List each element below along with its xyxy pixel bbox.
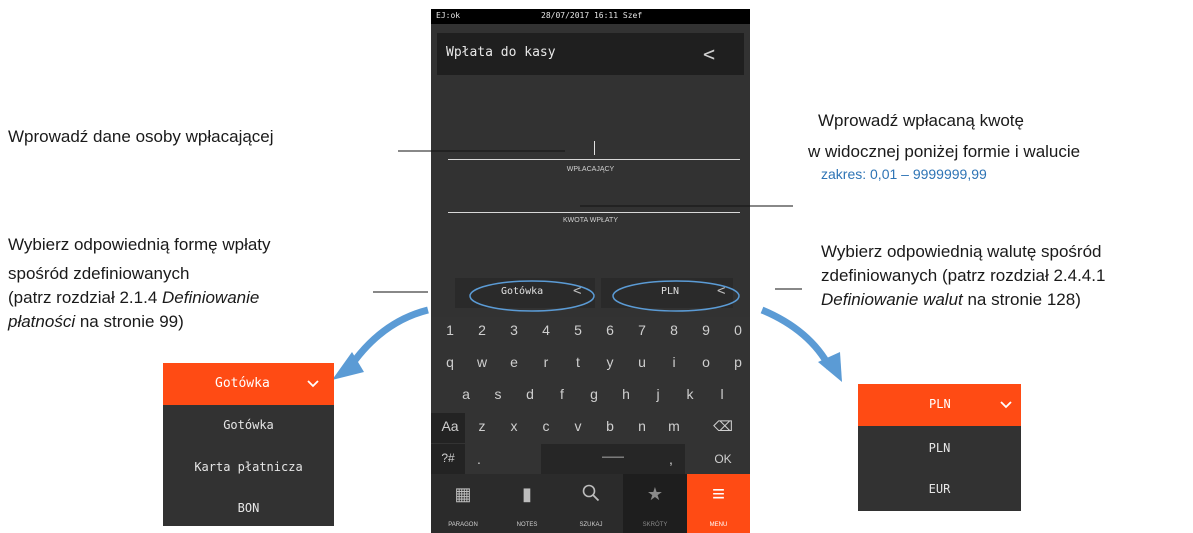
dropdown-form-selected-label: Gotówka [215,376,270,391]
dropdown-form-option-1[interactable]: Gotówka [163,418,334,432]
dropdown-form-option-2[interactable]: Karta płatnicza [163,460,334,474]
highlight-ellipse-form [469,280,595,312]
highlight-ellipse-currency [612,280,740,312]
arrow-currency [760,306,834,370]
chevron-down-icon [307,380,319,388]
dropdown-currency-selected-label: PLN [929,397,951,411]
dropdown-form-option-3[interactable]: BON [163,501,334,515]
dropdown-currency-option-2[interactable]: EUR [858,482,1021,496]
dropdown-payment-form: Gotówka Gotówka Karta płatnicza BON [163,363,334,526]
dropdown-currency-selected[interactable]: PLN [858,384,1021,426]
dropdown-currency: PLN PLN EUR [858,384,1021,511]
chevron-down-icon [1000,401,1012,409]
arrow-form [345,306,429,372]
dropdown-form-selected[interactable]: Gotówka [163,363,334,405]
dropdown-currency-option-1[interactable]: PLN [858,441,1021,455]
